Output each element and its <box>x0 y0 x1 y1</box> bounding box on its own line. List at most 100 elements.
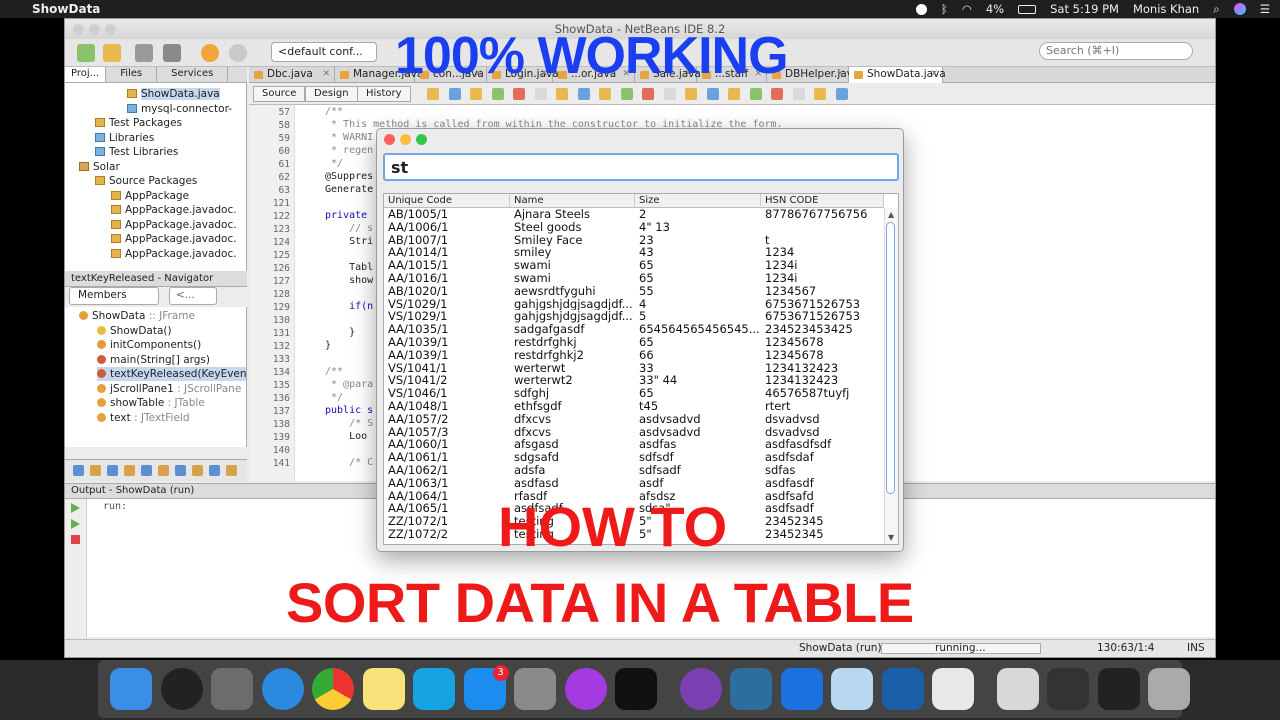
editor-tab[interactable]: ShowData.java ✕ <box>849 67 946 83</box>
editor-tool-icon[interactable] <box>663 88 676 100</box>
navigator-tool-icon[interactable] <box>73 465 84 476</box>
music-file-icon[interactable] <box>996 668 1039 710</box>
bluetooth-icon[interactable]: ᛒ <box>941 2 948 16</box>
screenshot-icon[interactable] <box>1047 668 1089 710</box>
navigator-item[interactable]: initComponents() <box>97 338 201 352</box>
project-tree-item[interactable]: Solar <box>79 160 120 174</box>
scroll-down-icon[interactable]: ▼ <box>888 533 894 542</box>
navigator-filter-select[interactable]: <... <box>169 287 217 305</box>
column-header-hsn-code[interactable]: HSN CODE <box>761 194 884 208</box>
github-icon[interactable] <box>679 668 722 710</box>
safari-icon[interactable] <box>261 668 304 710</box>
navigator-tool-icon[interactable] <box>141 465 152 476</box>
navigator-members-select[interactable]: Members <box>69 287 159 305</box>
table-row[interactable]: AA/1057/2 dfxcvs asdvsadvd dsvadvsd <box>384 413 884 426</box>
navigator-item[interactable]: text : JTextField <box>97 411 190 425</box>
podcasts-icon[interactable] <box>564 668 607 710</box>
table-row[interactable]: AA/1048/1 ethfsgdf t45 rtert <box>384 400 884 413</box>
table-row[interactable]: AA/1039/1 restdrfghkj 65 12345678 <box>384 336 884 349</box>
terminal-icon[interactable] <box>1097 668 1140 710</box>
battery-icon[interactable] <box>1018 4 1037 14</box>
editor-tool-icon[interactable] <box>577 88 590 100</box>
editor-tool-icon[interactable] <box>749 88 762 100</box>
wifi-icon[interactable]: ◠ <box>962 2 972 16</box>
editor-tool-icon[interactable] <box>491 88 504 100</box>
editor-tool-icon[interactable] <box>835 88 848 100</box>
minimize-window-button[interactable] <box>89 24 100 35</box>
notes-icon[interactable] <box>362 668 405 710</box>
project-tree-item[interactable]: Test Packages <box>95 116 182 130</box>
virtualbox-icon[interactable] <box>831 668 873 710</box>
project-tree-item[interactable]: Test Libraries <box>95 145 178 159</box>
zoom-window-button[interactable] <box>105 24 116 35</box>
editor-tool-icon[interactable] <box>642 88 654 100</box>
notification-center-icon[interactable]: ☰ <box>1260 2 1270 16</box>
navigator-item[interactable]: jScrollPane1 : JScrollPane <box>97 382 241 396</box>
navigator-tool-icon[interactable] <box>175 465 186 476</box>
project-tree-item[interactable]: AppPackage.javadoc. <box>111 232 237 246</box>
mysql-workbench-icon[interactable] <box>730 668 772 710</box>
editor-tool-icon[interactable] <box>427 88 439 100</box>
navigator-item[interactable]: textKeyReleased(KeyEvent e <box>97 367 246 381</box>
showdata-close-button[interactable] <box>384 134 395 145</box>
tv-icon[interactable] <box>615 668 657 710</box>
table-row[interactable]: VS/1041/2 werterwt2 33" 44 1234132423 <box>384 374 884 387</box>
project-tree-item[interactable]: Source Packages <box>95 174 197 188</box>
column-header-size[interactable]: Size <box>635 194 761 208</box>
clock[interactable]: Sat 5:19 PM <box>1050 2 1119 16</box>
redo-icon[interactable] <box>229 44 247 62</box>
scroll-up-icon[interactable]: ▲ <box>888 210 894 219</box>
stop-icon[interactable] <box>71 535 80 544</box>
history-toggle[interactable]: History <box>357 86 411 102</box>
tab-projects[interactable]: Proj... <box>65 67 107 82</box>
navigator-tool-icon[interactable] <box>226 465 237 476</box>
siri-icon[interactable] <box>160 668 203 710</box>
table-row[interactable]: AA/1039/1 restdrfghkj2 66 12345678 <box>384 349 884 362</box>
project-tree-item[interactable]: AppPackage.javadoc. <box>111 218 237 232</box>
editor-tool-icon[interactable] <box>792 88 805 100</box>
column-header-name[interactable]: Name <box>510 194 635 208</box>
menubar-app-name[interactable]: ShowData <box>32 2 100 16</box>
design-toggle[interactable]: Design <box>305 86 358 102</box>
table-row[interactable]: AB/1007/1 Smiley Face 23 t <box>384 234 884 247</box>
chrome-icon[interactable] <box>312 668 354 710</box>
table-row[interactable]: AA/1057/3 dfxcvs asdvsadvd dsvadvsd <box>384 426 884 439</box>
project-tree-item[interactable]: AppPackage.javadoc. <box>111 247 237 261</box>
editor-tool-icon[interactable] <box>513 88 525 100</box>
navigator-tool-icon[interactable] <box>107 465 118 476</box>
configuration-select[interactable]: <default conf... <box>271 42 377 62</box>
table-row[interactable]: VS/1046/1 sdfghj 65 46576587tuyfj <box>384 387 884 400</box>
tab-services[interactable]: Services <box>157 67 229 82</box>
source-toggle[interactable]: Source <box>253 86 306 102</box>
table-row[interactable]: AB/1020/1 aewsrdtfyguhi 55 1234567 <box>384 285 884 298</box>
skype-icon[interactable] <box>413 668 455 710</box>
editor-tool-icon[interactable] <box>620 88 633 100</box>
editor-tool-icon[interactable] <box>685 88 697 100</box>
table-row[interactable]: AA/1016/1 swami 65 1234i <box>384 272 884 285</box>
finder-icon[interactable] <box>110 668 152 710</box>
navigator-tool-icon[interactable] <box>209 465 220 476</box>
table-row[interactable]: VS/1041/1 werterwt 33 1234132423 <box>384 362 884 375</box>
table-row[interactable]: AA/1014/1 smiley 43 1234 <box>384 246 884 259</box>
editor-tool-icon[interactable] <box>448 88 461 100</box>
editor-tool-icon[interactable] <box>706 88 719 100</box>
project-tree-item[interactable]: ShowData.java <box>127 87 220 101</box>
search-text-field[interactable]: st <box>383 153 899 181</box>
editor-tab[interactable]: Dbc.java ✕ <box>249 67 335 83</box>
table-row[interactable]: AA/1015/1 swami 65 1234i <box>384 259 884 272</box>
new-file-icon[interactable] <box>77 44 95 62</box>
table-row[interactable]: AA/1006/1 Steel goods 4" 13 <box>384 221 884 234</box>
navigator-item[interactable]: ShowData :: JFrame <box>79 309 195 323</box>
save-all-icon[interactable] <box>163 44 181 62</box>
tab-close-icon[interactable]: ✕ <box>836 67 844 82</box>
navigator-item[interactable]: main(String[] args) <box>97 353 210 367</box>
table-row[interactable]: AA/1035/1 sadgafgasdf 654564565456545... 23… <box>384 323 884 336</box>
table-row[interactable]: VS/1029/1 gahjgshjdgjsagdjdf... 5 675367152… <box>384 310 884 323</box>
trash-icon[interactable] <box>1148 668 1190 710</box>
editor-tool-icon[interactable] <box>814 88 826 100</box>
status-task[interactable]: ShowData (run) <box>799 642 882 654</box>
record-icon[interactable] <box>915 3 927 15</box>
appstore-icon[interactable]: 3 <box>463 665 509 710</box>
editor-tool-icon[interactable] <box>728 88 740 100</box>
editor-tool-icon[interactable] <box>556 88 568 100</box>
